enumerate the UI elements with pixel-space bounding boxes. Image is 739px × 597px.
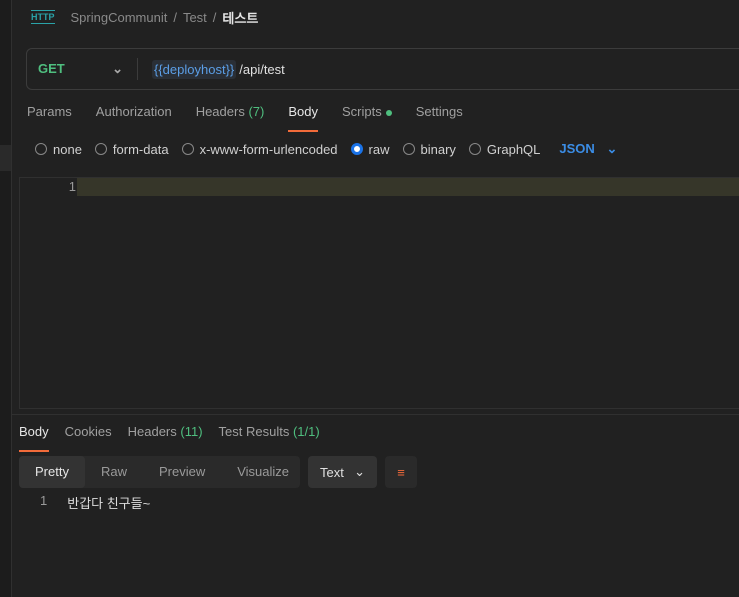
wrap-icon: ≡ <box>397 464 405 480</box>
radio-form-data[interactable]: form-data <box>94 142 169 157</box>
status-dot-icon <box>385 109 392 116</box>
response-type-select[interactable]: Text ⌄ <box>308 456 377 488</box>
view-raw[interactable]: Raw <box>85 456 143 488</box>
pane-divider[interactable] <box>12 414 739 415</box>
request-tabs: Params Authorization Headers (7) Body Sc… <box>27 104 463 132</box>
tab-settings[interactable]: Settings <box>416 104 463 128</box>
line-number: 1 <box>40 493 48 508</box>
response-body: 1 반갑다 친구들~ <box>40 493 150 512</box>
breadcrumb-sep: / <box>212 9 217 25</box>
breadcrumb: HTTP SpringCommunit / Test / 테스트 <box>31 8 258 26</box>
wrap-lines-button[interactable]: ≡ <box>385 456 417 488</box>
radio-graphql[interactable]: GraphQL <box>468 142 540 157</box>
view-visualize[interactable]: Visualize <box>221 456 305 488</box>
chevron-down-icon: ⌄ <box>112 61 123 76</box>
request-name[interactable]: 테스트 <box>222 8 258 27</box>
url-variable[interactable]: {{deployhost}} <box>152 59 237 79</box>
view-preview[interactable]: Preview <box>143 456 221 488</box>
line-number: 1 <box>68 179 76 194</box>
format-select[interactable]: JSON ⌄ <box>559 141 617 157</box>
response-tab-test-results[interactable]: Test Results (1/1) <box>219 424 320 448</box>
sidebar-selected-item[interactable] <box>0 145 11 171</box>
radio-none[interactable]: none <box>35 142 82 157</box>
url-input[interactable]: /api/test <box>239 62 285 77</box>
breadcrumb-folder[interactable]: Test <box>183 10 207 25</box>
response-content: 반갑다 친구들~ <box>67 496 151 511</box>
body-type-radios: none form-data x-www-form-urlencoded raw… <box>35 141 617 157</box>
body-editor[interactable]: 1 <box>19 177 739 409</box>
breadcrumb-collection[interactable]: SpringCommunit <box>71 10 168 25</box>
response-view-toggle: Pretty Raw Preview Visualize <box>19 456 300 488</box>
breadcrumb-sep: / <box>173 9 177 25</box>
chevron-down-icon: ⌄ <box>354 464 365 479</box>
radio-raw[interactable]: raw <box>350 142 390 157</box>
http-icon: HTTP <box>31 10 55 24</box>
divider <box>137 58 138 80</box>
view-pretty[interactable]: Pretty <box>19 456 85 488</box>
response-tabs: Body Cookies Headers (11) Test Results (… <box>19 424 320 452</box>
tab-headers[interactable]: Headers (7) <box>196 104 265 128</box>
url-bar: GET ⌄ {{deployhost}} /api/test <box>26 48 739 90</box>
response-tab-body[interactable]: Body <box>19 424 49 452</box>
method-select[interactable]: GET ⌄ <box>27 61 137 77</box>
response-tab-cookies[interactable]: Cookies <box>65 424 112 448</box>
tab-params[interactable]: Params <box>27 104 72 128</box>
radio-urlencoded[interactable]: x-www-form-urlencoded <box>181 142 338 157</box>
radio-binary[interactable]: binary <box>402 142 456 157</box>
tab-authorization[interactable]: Authorization <box>96 104 172 128</box>
tab-scripts[interactable]: Scripts <box>342 104 392 128</box>
tab-body[interactable]: Body <box>288 104 318 132</box>
response-tab-headers[interactable]: Headers (11) <box>128 424 203 448</box>
method-label: GET <box>38 61 65 76</box>
sidebar-edge <box>0 0 12 597</box>
